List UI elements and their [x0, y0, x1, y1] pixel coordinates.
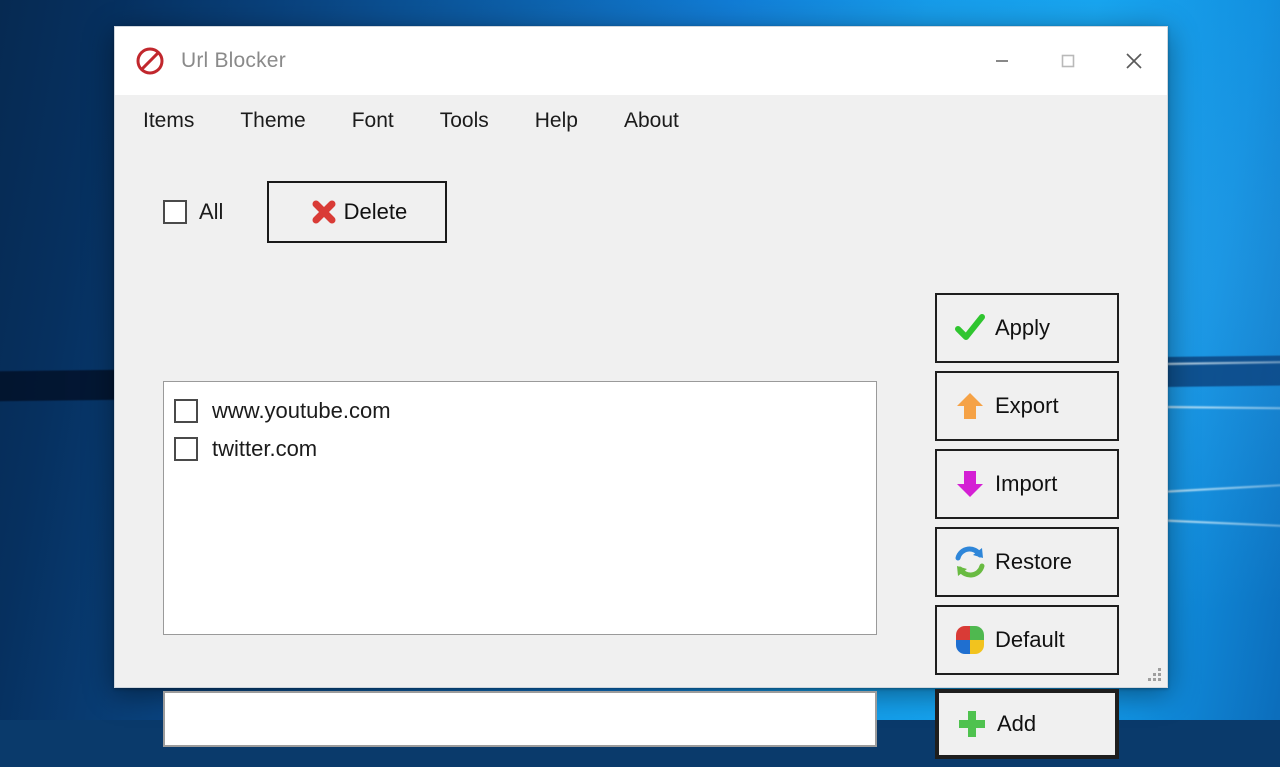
- list-item[interactable]: www.youtube.com: [174, 392, 876, 430]
- menu-item-about[interactable]: About: [624, 109, 679, 133]
- maximize-icon: [1061, 54, 1075, 68]
- delete-button-label: Delete: [343, 199, 408, 224]
- list-item-label: twitter.com: [212, 436, 318, 461]
- url-input[interactable]: [163, 691, 877, 747]
- minimize-icon: [996, 60, 1008, 62]
- restore-button[interactable]: Restore: [935, 527, 1119, 597]
- green-check-icon: [953, 311, 987, 345]
- four-color-squares-icon: [953, 623, 987, 657]
- delete-button[interactable]: Delete: [267, 181, 448, 243]
- list-item-checkbox[interactable]: [174, 437, 198, 461]
- apply-button-label: Apply: [995, 315, 1051, 340]
- select-all-label: All: [199, 199, 224, 224]
- window-title: Url Blocker: [181, 49, 286, 72]
- list-item-label: www.youtube.com: [212, 398, 391, 423]
- maximize-button[interactable]: [1035, 27, 1101, 95]
- restore-button-label: Restore: [995, 549, 1073, 574]
- close-button[interactable]: [1101, 27, 1167, 95]
- list-item-checkbox[interactable]: [174, 399, 198, 423]
- url-blocker-window: Url Blocker Items Theme Font Tools Help …: [114, 26, 1168, 759]
- orange-up-arrow-icon: [953, 389, 987, 423]
- menu-item-items[interactable]: Items: [143, 109, 194, 133]
- export-button[interactable]: Export: [935, 371, 1119, 441]
- list-item[interactable]: twitter.com: [174, 430, 876, 468]
- minimize-button[interactable]: [969, 27, 1035, 95]
- menu-item-theme[interactable]: Theme: [240, 109, 305, 133]
- menu-item-tools[interactable]: Tools: [440, 109, 489, 133]
- green-plus-icon: [955, 707, 989, 741]
- magenta-down-arrow-icon: [953, 467, 987, 501]
- red-x-icon: [312, 200, 336, 224]
- prohibition-icon: [136, 47, 164, 75]
- add-button[interactable]: Add: [935, 689, 1119, 759]
- window-content: All Delete www.youtube.com twitter.com A…: [115, 147, 1167, 759]
- menu-bar: Items Theme Font Tools Help About: [115, 95, 1167, 147]
- resize-grip[interactable]: [1145, 665, 1161, 681]
- url-list[interactable]: www.youtube.com twitter.com: [163, 381, 877, 635]
- menu-item-font[interactable]: Font: [352, 109, 394, 133]
- add-button-label: Add: [997, 711, 1037, 736]
- apply-button[interactable]: Apply: [935, 293, 1119, 363]
- window-controls: [969, 27, 1167, 95]
- select-all-checkbox[interactable]: [163, 200, 187, 224]
- export-button-label: Export: [995, 393, 1059, 418]
- default-button[interactable]: Default: [935, 605, 1119, 675]
- import-button[interactable]: Import: [935, 449, 1119, 519]
- import-button-label: Import: [995, 471, 1058, 496]
- menu-item-help[interactable]: Help: [535, 109, 578, 133]
- toolbar: All Delete: [163, 181, 448, 243]
- title-bar[interactable]: Url Blocker: [115, 27, 1167, 95]
- close-icon: [1126, 53, 1142, 69]
- refresh-arrows-icon: [953, 545, 987, 579]
- action-button-panel: Apply Export Import Restore Default Add: [935, 293, 1119, 767]
- default-button-label: Default: [995, 627, 1065, 652]
